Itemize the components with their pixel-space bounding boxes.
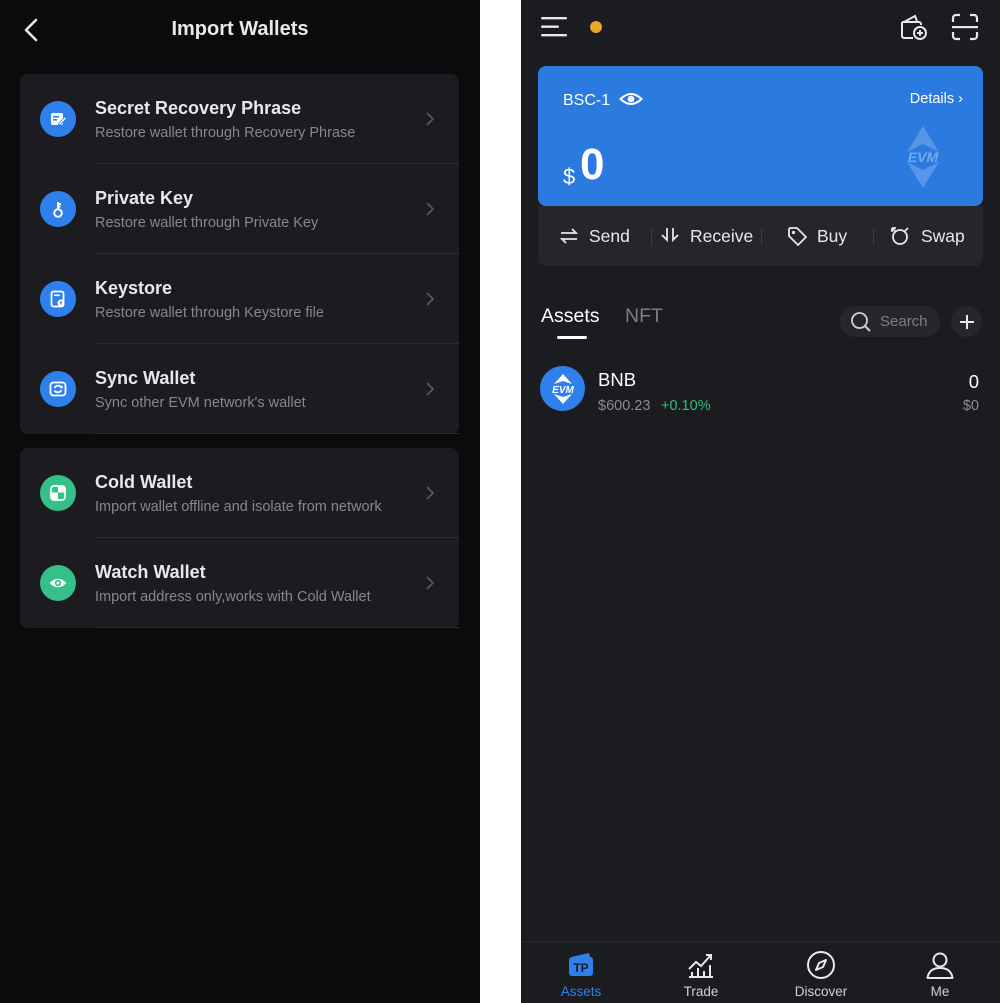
nav-label: Discover	[794, 984, 848, 999]
option-title: Keystore	[95, 278, 173, 298]
svg-text:EVM: EVM	[908, 149, 939, 165]
evm-token-logo-icon: EVM	[540, 366, 585, 411]
token-row-bnb[interactable]: EVM BNB $600.23 +0.10% 0 $0	[521, 360, 1000, 420]
nav-label: Assets	[560, 984, 602, 999]
option-title: Sync Wallet	[95, 368, 196, 388]
plus-icon	[959, 314, 974, 329]
chevron-right-icon	[426, 202, 435, 216]
swap-label: Swap	[921, 225, 965, 246]
send-button[interactable]: Send	[559, 224, 630, 248]
wallet-home-screen: BSC-1 Details › $ 0 EVM Send Receive Buy…	[521, 0, 1000, 1003]
visibility-eye-icon[interactable]	[619, 90, 643, 108]
option-title: Secret Recovery Phrase	[95, 98, 302, 118]
divider	[761, 228, 762, 246]
nav-discover[interactable]: Discover	[781, 942, 861, 1003]
option-subtitle: Restore wallet through Recovery Phrase	[95, 125, 356, 141]
chevron-right-icon	[426, 486, 435, 500]
user-icon	[926, 952, 954, 979]
trade-chart-icon	[688, 954, 713, 978]
cold-watch-group: Cold Wallet Import wallet offline and is…	[20, 448, 459, 628]
swap-icon	[891, 227, 909, 245]
nav-label: Me	[930, 984, 950, 999]
tab-assets[interactable]: Assets	[541, 305, 600, 328]
option-subtitle: Import wallet offline and isolate from n…	[95, 499, 382, 515]
import-option-keystore[interactable]: Keystore Restore wallet through Keystore…	[20, 254, 459, 344]
page-title: Import Wallets	[171, 18, 309, 40]
details-link[interactable]: Details ›	[910, 91, 963, 107]
wallet-balance-card[interactable]: BSC-1 Details › $ 0 EVM	[538, 66, 983, 206]
document-edit-icon	[40, 101, 76, 137]
import-header: Import Wallets	[0, 0, 480, 60]
chevron-right-icon	[426, 112, 435, 126]
token-symbol: BNB	[598, 369, 637, 390]
import-option-private-key[interactable]: Private Key Restore wallet through Priva…	[20, 164, 459, 254]
send-label: Send	[589, 225, 630, 246]
buy-label: Buy	[817, 225, 848, 246]
wallet-name: BSC-1	[563, 92, 611, 109]
chevron-right-icon	[426, 576, 435, 590]
token-amount: 0	[968, 371, 979, 392]
scan-icon[interactable]	[950, 12, 980, 42]
balance-amount: 0	[580, 140, 605, 189]
active-tab-indicator	[557, 336, 587, 339]
menu-icon[interactable]	[541, 16, 569, 38]
search-icon	[851, 312, 871, 332]
import-option-cold-wallet[interactable]: Cold Wallet Import wallet offline and is…	[20, 448, 459, 538]
import-option-recovery-phrase[interactable]: Secret Recovery Phrase Restore wallet th…	[20, 74, 459, 164]
nav-trade[interactable]: Trade	[661, 942, 741, 1003]
details-label: Details	[909, 91, 955, 107]
bottom-nav: TP Assets Trade Discover Me	[521, 941, 1000, 1003]
option-title: Cold Wallet	[95, 472, 193, 492]
import-option-watch-wallet[interactable]: Watch Wallet Import address only,works w…	[20, 538, 459, 628]
divider	[651, 228, 652, 246]
token-price: $600.23	[598, 398, 651, 414]
wallet-actions-bar: Send Receive Buy Swap	[538, 206, 983, 266]
import-wallets-screen: Import Wallets Secret Recovery Phrase Re…	[0, 0, 480, 1003]
compass-icon	[807, 951, 835, 979]
divider	[873, 228, 874, 246]
add-token-button[interactable]	[951, 306, 982, 337]
search-input[interactable]: Search	[840, 306, 940, 337]
import-methods-group: Secret Recovery Phrase Restore wallet th…	[20, 74, 459, 434]
token-value: $0	[962, 398, 979, 414]
option-title: Watch Wallet	[95, 562, 206, 582]
token-logo-text: EVM	[552, 385, 574, 396]
keystore-file-icon	[40, 281, 76, 317]
option-subtitle: Restore wallet through Private Key	[95, 215, 319, 231]
chevron-right-icon: ›	[958, 91, 963, 107]
add-wallet-icon[interactable]	[898, 12, 928, 42]
divider	[95, 433, 459, 434]
nav-assets[interactable]: TP Assets	[541, 942, 621, 1003]
cold-wallet-icon	[40, 475, 76, 511]
receive-arrow-icon	[661, 228, 679, 243]
currency-symbol: $	[563, 164, 576, 189]
svg-text:TP: TP	[573, 961, 588, 975]
option-subtitle: Restore wallet through Keystore file	[95, 305, 324, 321]
import-option-sync-wallet[interactable]: Sync Wallet Sync other EVM network's wal…	[20, 344, 459, 434]
notification-dot	[590, 21, 602, 33]
eye-icon	[40, 565, 76, 601]
nav-me[interactable]: Me	[900, 942, 980, 1003]
token-change: +0.10%	[661, 398, 711, 414]
option-subtitle: Sync other EVM network's wallet	[95, 395, 306, 411]
tag-icon	[788, 227, 807, 246]
buy-button[interactable]: Buy	[787, 224, 847, 248]
receive-label: Receive	[690, 225, 754, 246]
chevron-right-icon	[426, 382, 435, 396]
option-subtitle: Import address only,works with Cold Wall…	[95, 589, 371, 605]
tab-nft[interactable]: NFT	[625, 305, 663, 328]
divider	[95, 627, 459, 628]
receive-button[interactable]: Receive	[660, 224, 753, 248]
evm-watermark-icon: EVM	[907, 126, 939, 188]
send-arrows-icon	[559, 228, 579, 244]
key-icon	[40, 191, 76, 227]
swap-button[interactable]: Swap	[889, 224, 965, 248]
sync-icon	[40, 371, 76, 407]
chevron-right-icon	[426, 292, 435, 306]
nav-label: Trade	[683, 984, 719, 999]
search-placeholder: Search	[880, 313, 928, 330]
assets-icon: TP	[569, 953, 593, 976]
option-title: Private Key	[95, 188, 194, 208]
